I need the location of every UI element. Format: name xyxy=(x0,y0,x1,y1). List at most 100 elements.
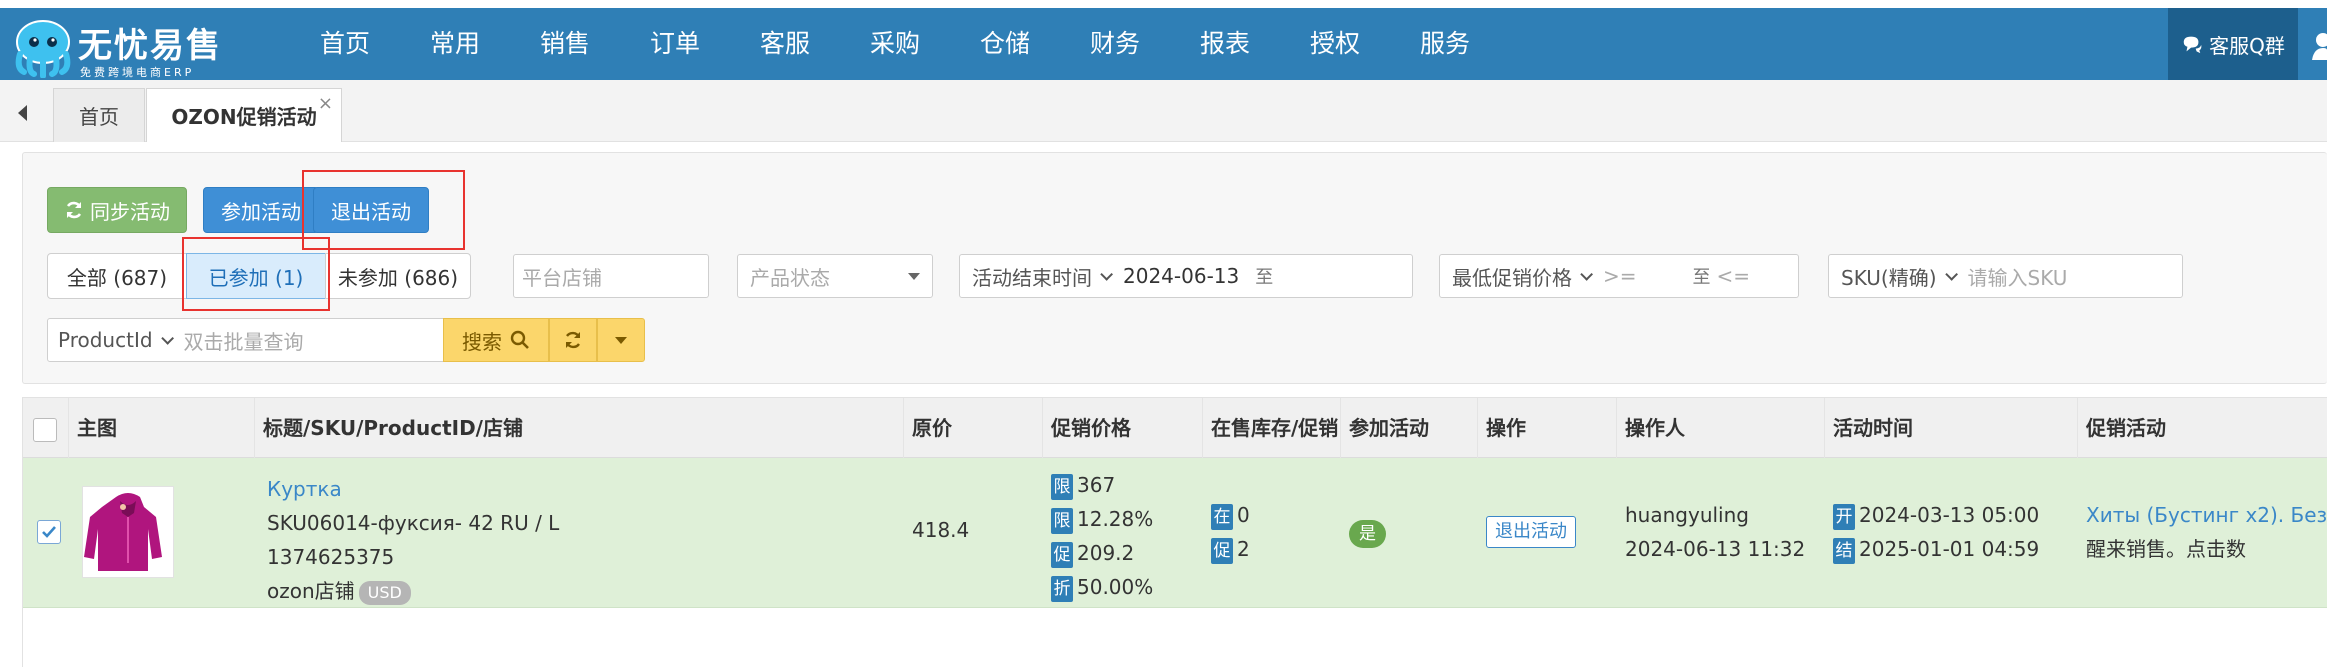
logo-subtitle: 免费跨境电商ERP xyxy=(80,66,195,79)
promo-value: 50.00% xyxy=(1077,575,1154,599)
tab-ozon-promotions[interactable]: OZON促销活动 × xyxy=(146,88,342,142)
table-header: 主图 标题/SKU/ProductID/店铺 原价 促销价格 在售库存/促销 参… xyxy=(23,397,2327,458)
nav-item-reports[interactable]: 报表 xyxy=(1170,8,1280,80)
nav-item-orders[interactable]: 订单 xyxy=(620,8,730,80)
product-status-select[interactable]: 产品状态 xyxy=(737,254,933,298)
sku-type-select[interactable]: SKU(精确) xyxy=(1841,262,1958,291)
user-icon[interactable] xyxy=(2310,30,2327,60)
nav-item-authorization[interactable]: 授权 xyxy=(1280,8,1390,80)
logo-title: 无忧易售 xyxy=(78,26,222,66)
tab-home[interactable]: 首页 xyxy=(53,88,145,142)
search-label: 搜索 xyxy=(462,329,502,354)
activity-time: 开 2024-03-13 05:00 结 2025-01-01 04:59 xyxy=(1833,498,2039,648)
tab-label: OZON促销活动 xyxy=(171,105,317,129)
joined-status-badge: 是 xyxy=(1349,520,1386,548)
stock-tag: 促 xyxy=(1211,537,1233,564)
sku-type-label: SKU(精确) xyxy=(1841,265,1937,290)
table-row[interactable]: Куртка SKU06014-фуксия- 42 RU / L 137462… xyxy=(23,458,2327,608)
header-select-all xyxy=(23,398,69,458)
sync-activities-label: 同步活动 xyxy=(90,199,170,224)
price-max-input[interactable]: <= xyxy=(1717,264,1751,288)
chevron-down-icon xyxy=(1100,267,1113,281)
header-title: 标题/SKU/ProductID/店铺 xyxy=(255,398,904,458)
row-checkbox[interactable] xyxy=(37,520,61,544)
activity-name-link[interactable]: Хиты (Бустинг x2). Без огра xyxy=(2086,498,2327,532)
header-joined: 参加活动 xyxy=(1341,398,1478,458)
price-type-label: 最低促销价格 xyxy=(1452,265,1572,290)
currency-badge: USD xyxy=(358,581,411,605)
caret-down-icon xyxy=(615,336,627,344)
date-start-input[interactable]: 2024-06-13 xyxy=(1123,264,1239,288)
octopus-logo-icon xyxy=(15,20,71,78)
sync-activities-button[interactable]: 同步活动 xyxy=(47,187,187,233)
activity-end: 结 2025-01-01 04:59 xyxy=(1833,532,2039,566)
header-price: 原价 xyxy=(904,398,1043,458)
product-status-placeholder: 产品状态 xyxy=(750,265,830,290)
activity-description: 醒来销售。点击数 xyxy=(2086,537,2246,561)
promo-tag: 折 xyxy=(1051,575,1073,602)
more-options-dropdown-button[interactable] xyxy=(597,318,645,362)
stock-tag: 在 xyxy=(1211,503,1233,530)
header-activity: 促销活动 xyxy=(2086,416,2166,440)
refresh-icon xyxy=(565,331,581,349)
header-image: 主图 xyxy=(69,398,255,458)
refresh-icon xyxy=(66,201,82,219)
operator-info: huangyuling 2024-06-13 11:32 xyxy=(1625,498,1805,648)
jacket-image xyxy=(83,487,173,577)
date-type-label: 活动结束时间 xyxy=(972,265,1092,290)
product-image[interactable] xyxy=(82,486,174,578)
chevron-down-icon xyxy=(1580,267,1593,281)
nav-item-warehouse[interactable]: 仓储 xyxy=(950,8,1060,80)
activity-start: 开 2024-03-13 05:00 xyxy=(1833,498,2039,532)
tab-scroll-left-button[interactable] xyxy=(0,88,44,138)
product-id-input[interactable]: 双击批量查询 xyxy=(184,326,304,355)
price-range-separator: 至 xyxy=(1692,267,1711,288)
filter-tab-all[interactable]: 全部 (687) xyxy=(47,253,187,299)
date-type-select[interactable]: 活动结束时间 xyxy=(972,262,1113,291)
nav-item-service[interactable]: 客服 xyxy=(730,8,840,80)
nav-item-purchase[interactable]: 采购 xyxy=(840,8,950,80)
row-exit-activity-button[interactable]: 退出活动 xyxy=(1486,516,1576,548)
promo-price: 促 209.2 xyxy=(1051,536,1153,570)
activity-info: Хиты (Бустинг x2). Без огра 醒来销售。点击数 xyxy=(2086,498,2327,648)
reset-button[interactable] xyxy=(549,318,597,362)
promo-tag: 限 xyxy=(1051,473,1073,500)
stock-on-sale: 在0 xyxy=(1211,498,1250,532)
nav-item-finance[interactable]: 财务 xyxy=(1060,8,1170,80)
search-button[interactable]: 搜索 xyxy=(443,318,549,362)
operate-time: 2024-06-13 11:32 xyxy=(1625,537,1806,561)
nav-item-common[interactable]: 常用 xyxy=(400,8,510,80)
product-id-type-label: ProductId xyxy=(58,328,153,352)
promo-discount: 折 50.00% xyxy=(1051,570,1153,604)
filter-tab-not-joined[interactable]: 未参加 (686) xyxy=(325,253,471,299)
date-range-separator: 至 xyxy=(1255,267,1274,288)
sku-filter: SKU(精确) 请输入SKU xyxy=(1828,254,2183,298)
header-action: 操作 xyxy=(1478,398,1617,458)
filter-panel: 同步活动 参加活动 退出活动 全部 (687) 已参加 (1) 未参加 (686… xyxy=(22,152,2327,384)
promo-limit-price: 限 367 xyxy=(1051,468,1153,502)
close-icon[interactable]: × xyxy=(318,93,333,114)
shop-name: ozon店铺 xyxy=(267,579,355,603)
price-type-select[interactable]: 最低促销价格 xyxy=(1452,262,1593,291)
product-id: 1374625375 xyxy=(267,545,395,569)
price-min-input[interactable]: >= xyxy=(1603,264,1637,288)
nav-item-home[interactable]: 首页 xyxy=(290,8,400,80)
start-tag: 开 xyxy=(1833,503,1855,530)
product-title-link[interactable]: Куртка xyxy=(267,472,559,506)
promo-price-info: 限 367 限 12.28% 促 209.2 折 50.00% xyxy=(1051,468,1153,618)
stock-info: 在0 促2 xyxy=(1211,498,1250,648)
select-all-checkbox[interactable] xyxy=(33,417,57,442)
qq-group-button[interactable]: 客服Q群 xyxy=(2168,8,2298,80)
platform-shop-select[interactable]: 平台店铺 xyxy=(513,254,709,298)
sku-input[interactable]: 请输入SKU xyxy=(1968,262,2068,291)
logo[interactable]: 无忧易售 免费跨境电商ERP xyxy=(14,16,254,82)
product-id-type-select[interactable]: ProductId xyxy=(58,328,174,352)
header-stock: 在售库存/促销 xyxy=(1203,398,1341,458)
nav-item-services[interactable]: 服务 xyxy=(1390,8,1500,80)
promo-tag: 促 xyxy=(1051,541,1073,568)
product-info: Куртка SKU06014-фуксия- 42 RU / L 137462… xyxy=(267,472,559,622)
promo-limit-percent: 限 12.28% xyxy=(1051,502,1153,536)
product-sku: SKU06014-фуксия- 42 RU / L xyxy=(267,511,560,535)
nav-item-sales[interactable]: 销售 xyxy=(510,8,620,80)
product-shop: ozon店铺 USD xyxy=(267,574,559,608)
